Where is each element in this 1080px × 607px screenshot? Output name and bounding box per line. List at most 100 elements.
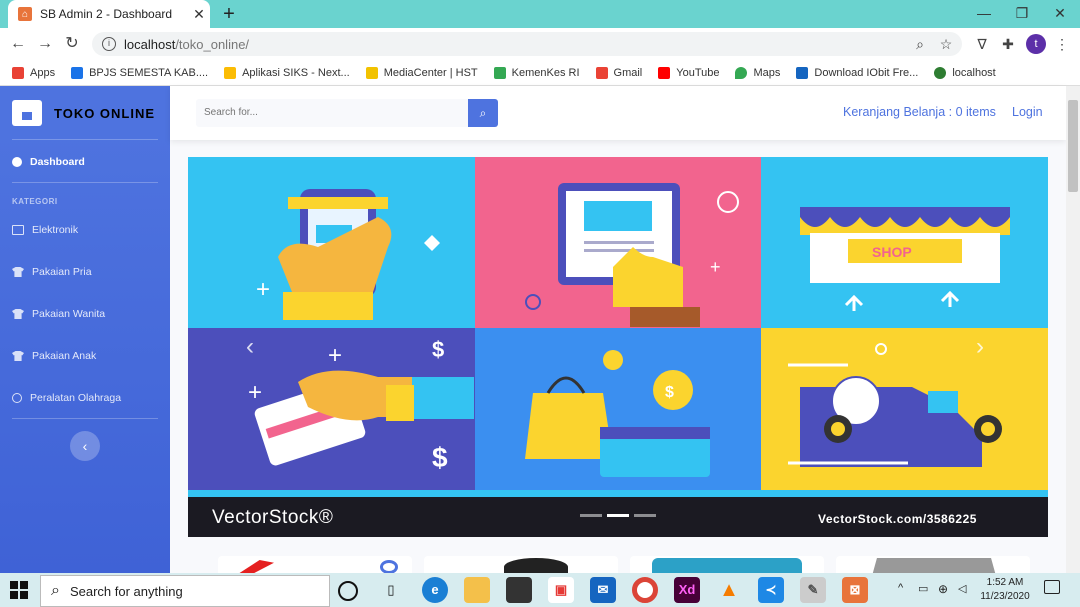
bookmark-youtube[interactable]: YouTube xyxy=(658,66,719,79)
browser-tab[interactable]: ⌂ SB Admin 2 - Dashboard ✕ xyxy=(8,0,210,28)
reload-icon[interactable]: ↻ xyxy=(60,32,84,56)
vlc-icon[interactable]: ▲ xyxy=(716,577,742,603)
sidebar-item-pakaian-anak[interactable]: Pakaian Anak xyxy=(12,344,162,368)
new-tab-button[interactable]: + xyxy=(218,3,240,25)
profile-avatar[interactable]: t xyxy=(1026,34,1046,54)
sidebar-item-peralatan-olahraga[interactable]: Peralatan Olahraga xyxy=(12,386,162,410)
sidebar-brand[interactable]: TOKO ONLINE xyxy=(12,98,162,128)
dashboard-gauge-icon xyxy=(12,157,22,167)
product-image xyxy=(872,558,996,574)
youtube-icon xyxy=(658,66,671,79)
cortana-icon[interactable] xyxy=(338,581,358,601)
extension-v-icon[interactable]: ∇ xyxy=(972,34,992,54)
kemenkes-icon xyxy=(493,66,506,79)
sidebar-item-dashboard[interactable]: Dashboard xyxy=(12,150,162,174)
sidebar-divider xyxy=(12,182,158,183)
mail-icon[interactable]: ✉ xyxy=(590,577,616,603)
menu-dots-icon[interactable]: ⋮ xyxy=(1052,34,1072,54)
bookmark-kemenkes[interactable]: KemenKes RI xyxy=(493,66,580,79)
url-path: /toko_online/ xyxy=(175,36,250,52)
bookmark-gmail[interactable]: Gmail xyxy=(595,66,642,79)
close-window-icon[interactable]: ✕ xyxy=(1042,2,1078,24)
search-icon: ⌕ xyxy=(479,106,487,120)
extensions-puzzle-icon[interactable]: ✚ xyxy=(998,34,1018,54)
bookmark-star-icon[interactable]: ☆ xyxy=(936,34,956,54)
svg-text:+: + xyxy=(328,342,342,369)
drive-icon xyxy=(71,66,84,79)
search-button[interactable]: ⌕ xyxy=(468,99,498,127)
carousel-indicator-active[interactable] xyxy=(607,514,629,517)
tshirt-icon xyxy=(12,267,24,277)
product-card[interactable] xyxy=(836,556,1030,574)
carousel-indicator[interactable] xyxy=(634,514,656,517)
siks-icon xyxy=(224,66,237,79)
windows-start-icon[interactable] xyxy=(10,581,28,599)
adobe-xd-icon[interactable]: Xd xyxy=(674,577,700,603)
gift-icon[interactable]: ▣ xyxy=(548,577,574,603)
tray-chevron-icon[interactable]: ^ xyxy=(898,582,903,594)
product-card[interactable] xyxy=(630,556,824,574)
sidebar-item-pakaian-wanita[interactable]: Pakaian Wanita xyxy=(12,302,162,326)
sidebar-divider xyxy=(12,418,158,419)
restore-icon[interactable]: ❐ xyxy=(1004,2,1040,24)
address-bar[interactable]: i localhost/toko_online/ xyxy=(92,32,962,56)
bookmark-iobit[interactable]: Download IObit Fre... xyxy=(796,66,918,79)
volume-icon[interactable]: ◁ xyxy=(958,582,966,595)
cart-link[interactable]: Keranjang Belanja : 0 items xyxy=(843,105,996,119)
bookmark-maps[interactable]: Maps xyxy=(735,66,780,79)
task-view-icon[interactable]: ▯ xyxy=(378,577,404,603)
battery-icon[interactable]: ▭ xyxy=(918,582,928,595)
maps-pin-icon xyxy=(735,66,748,79)
bookmark-localhost[interactable]: localhost xyxy=(934,66,996,79)
login-link[interactable]: Login xyxy=(1012,105,1043,119)
iobit-icon xyxy=(796,66,809,79)
store-bag-icon[interactable] xyxy=(506,577,532,603)
search-icon: ⌕ xyxy=(51,582,60,599)
clock-time: 1:52 AM xyxy=(986,577,1024,588)
carousel-prev-button[interactable]: ‹ xyxy=(246,335,262,359)
product-card[interactable] xyxy=(218,556,412,574)
info-icon[interactable]: i xyxy=(102,37,116,51)
desktop-icon xyxy=(12,225,24,235)
svg-text:+: + xyxy=(256,276,270,303)
bookmark-mediacenter[interactable]: MediaCenter | HST xyxy=(365,66,478,79)
banner-carousel[interactable]: + + SHOP + + $ $ $ xyxy=(188,157,1048,537)
network-globe-icon[interactable]: ⊕ xyxy=(938,582,948,596)
product-image xyxy=(504,558,568,574)
sidebar-item-elektronik[interactable]: Elektronik xyxy=(12,218,162,242)
paint-icon[interactable]: ✎ xyxy=(800,577,826,603)
edge-icon[interactable]: e xyxy=(422,577,448,603)
localhost-icon xyxy=(934,66,947,79)
apps-grid-icon xyxy=(12,66,24,79)
zoom-search-icon[interactable]: ⌕ xyxy=(910,34,930,54)
minimize-icon[interactable]: — xyxy=(966,2,1002,24)
forward-arrow-icon[interactable]: → xyxy=(33,32,57,56)
mediacenter-icon xyxy=(365,66,378,79)
search-input[interactable] xyxy=(196,99,468,127)
carousel-indicator[interactable] xyxy=(580,514,602,517)
svg-text:+: + xyxy=(710,257,721,277)
svg-text:+: + xyxy=(248,379,262,406)
tab-close-icon[interactable]: ✕ xyxy=(188,6,210,23)
vscode-icon[interactable]: ≺ xyxy=(758,577,784,603)
notification-icon[interactable] xyxy=(1044,580,1060,594)
bookmark-bpjs[interactable]: BPJS SEMESTA KAB.... xyxy=(71,66,208,79)
carousel-next-button[interactable]: › xyxy=(976,335,992,359)
scrollbar-thumb[interactable] xyxy=(1068,100,1078,192)
file-explorer-icon[interactable] xyxy=(464,577,490,603)
sidebar-toggle-button[interactable]: ‹ xyxy=(70,431,100,461)
chrome-icon[interactable] xyxy=(632,577,658,603)
product-image xyxy=(238,560,274,574)
xampp-icon[interactable]: ⊠ xyxy=(842,577,868,603)
futbol-icon xyxy=(12,393,22,403)
taskbar-clock[interactable]: 1:52 AM 11/23/2020 xyxy=(980,576,1030,604)
sidebar-item-pakaian-pria[interactable]: Pakaian Pria xyxy=(12,260,162,284)
bookmark-apps[interactable]: Apps xyxy=(12,66,55,79)
bookmark-siks[interactable]: Aplikasi SIKS - Next... xyxy=(224,66,350,79)
bookmarks-bar: Apps BPJS SEMESTA KAB.... Aplikasi SIKS … xyxy=(0,60,1080,86)
taskbar-search[interactable]: ⌕ Search for anything xyxy=(40,575,330,607)
tshirt-icon xyxy=(12,351,24,361)
back-arrow-icon[interactable]: ← xyxy=(6,32,30,56)
product-card[interactable] xyxy=(424,556,618,574)
vectorstock-url: VectorStock.com/3586225 xyxy=(818,512,977,526)
